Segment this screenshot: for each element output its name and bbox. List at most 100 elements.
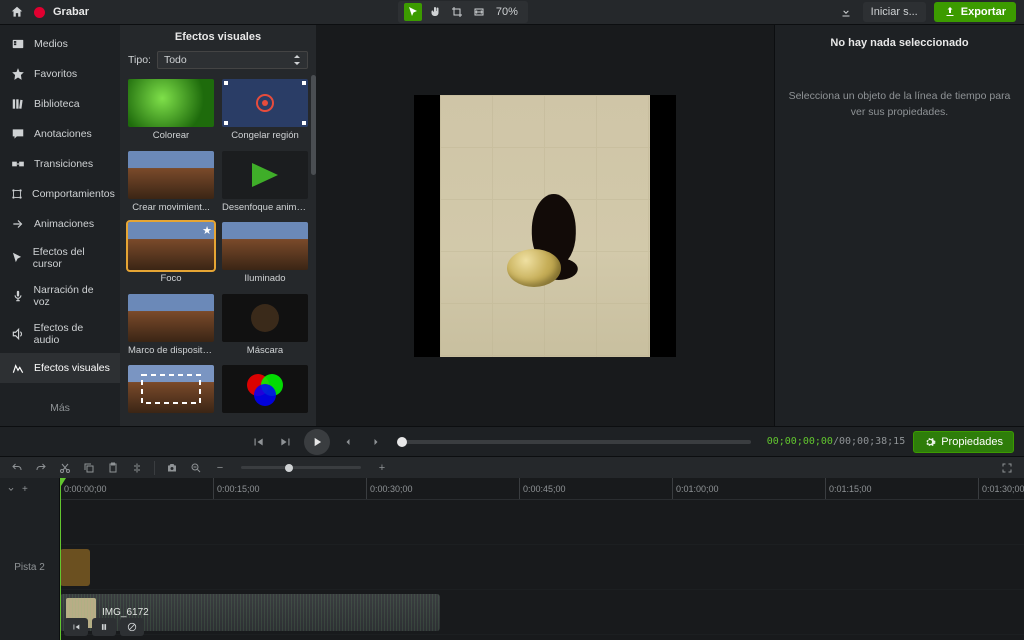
prev-marker-button[interactable] [338,432,358,452]
media-icon [10,36,26,52]
paste-button[interactable] [106,461,120,475]
main-area: MediosFavoritosBibliotecaAnotacionesTran… [0,25,1024,426]
ruler-tick: 0:00:15;00 [213,478,260,499]
split-button[interactable] [130,461,144,475]
effect-item[interactable]: Colorear [126,79,216,147]
export-icon [944,6,956,18]
effect-item[interactable] [220,365,310,422]
pan-tool[interactable] [426,3,444,21]
record-indicator-icon[interactable] [34,7,45,18]
track-header-3[interactable] [0,590,59,635]
zoom-out-button[interactable] [189,461,203,475]
sidebar-more[interactable]: Más [0,394,120,422]
timeline-body[interactable]: 0:00:00;000:00:15;000:00:30;000:00:45;00… [60,478,1024,640]
track-pause-button[interactable] [92,618,116,636]
track-prev-button[interactable] [64,618,88,636]
effect-item[interactable] [126,365,216,422]
zoom-percentage[interactable]: 70% [492,6,522,18]
cut-button[interactable] [58,461,72,475]
canvas-stage[interactable] [316,25,774,426]
track-mute-button[interactable] [120,618,144,636]
sidebar-item-star[interactable]: Favoritos [0,59,120,89]
effects-panel: Efectos visuales Tipo: Todo ColorearCong… [120,25,316,426]
fullscreen-button[interactable] [1000,461,1014,475]
copy-button[interactable] [82,461,96,475]
redo-button[interactable] [34,461,48,475]
top-toolbar: Grabar 70% Iniciar s... Exportar [0,0,1024,25]
effect-item[interactable]: Marco de dispositivo [126,294,216,362]
canvas-column [316,25,774,426]
ruler-tick: 0:01:00;00 [672,478,719,499]
effects-type-select[interactable]: Todo [157,51,308,69]
gear-icon [924,436,936,448]
play-button[interactable] [304,429,330,455]
track-header-1[interactable] [0,500,59,545]
play-icon [310,435,324,449]
record-label[interactable]: Grabar [53,6,89,18]
video-prop [507,249,561,287]
playback-slider[interactable] [402,440,751,444]
effect-item[interactable]: Desenfoque anima... [220,151,310,219]
effect-item[interactable]: Iluminado [220,222,310,290]
start-session-button[interactable]: Iniciar s... [863,2,926,22]
crop-tool[interactable] [448,3,466,21]
undo-button[interactable] [10,461,24,475]
sidebar-item-cursor[interactable]: Efectos del cursor [0,239,120,277]
export-button[interactable]: Exportar [934,2,1016,22]
sidebar-item-behavior[interactable]: Comportamientos [0,179,120,209]
ruler-tick: 0:01:15;00 [825,478,872,499]
timeline-bottom-controls [64,618,144,636]
playback-total-time: 00;00;38;15 [839,436,905,447]
snapshot-button[interactable] [165,461,179,475]
effect-item[interactable]: Crear movimient... [126,151,216,219]
timeline-ruler[interactable]: 0:00:00;000:00:15;000:00:30;000:00:45;00… [60,478,1024,500]
home-button[interactable] [8,3,26,21]
effect-label: Marco de dispositivo [128,342,214,359]
audio-icon [10,326,26,342]
track-header-2[interactable]: Pista 2 [0,545,59,590]
add-track-icon[interactable]: + [22,484,28,495]
sidebar-item-library[interactable]: Biblioteca [0,89,120,119]
effect-item[interactable]: Congelar región [220,79,310,147]
effect-thumbnail: ★ [128,222,214,270]
playback-current-time: 00;00;00;00 [767,436,833,447]
playhead[interactable]: 0:00:00;00 [60,478,61,640]
select-tool[interactable] [404,3,422,21]
track-row-3[interactable]: IMG_6172 [60,590,1024,635]
sidebar-item-transition[interactable]: Transiciones [0,149,120,179]
timeline-zoom-plus[interactable]: + [375,461,389,475]
timeline-zoom-knob[interactable] [285,464,293,472]
collapse-icon[interactable] [6,484,16,494]
properties-button-label: Propiedades [941,436,1003,448]
effect-thumbnail [222,222,308,270]
download-button[interactable] [837,3,855,21]
timeline-zoom-slider[interactable] [241,466,361,469]
timeline: + Pista 2 0:00:00;000:00:15;000:00:30;00… [0,478,1024,640]
playback-slider-knob[interactable] [397,437,407,447]
annotation-icon [10,126,26,142]
properties-button[interactable]: Propiedades [913,431,1014,453]
animation-icon [10,216,26,232]
properties-panel: No hay nada seleccionado Selecciona un o… [774,25,1024,426]
effects-grid: ColorearCongelar región Crear movimient..… [120,75,316,426]
sidebar-item-voice[interactable]: Narración de voz [0,277,120,315]
next-marker-button[interactable] [366,432,386,452]
track-row-1[interactable] [60,500,1024,545]
sidebar-item-animation[interactable]: Animaciones [0,209,120,239]
resize-tool[interactable] [470,3,488,21]
next-frame-button[interactable] [276,432,296,452]
timeline-zoom-minus[interactable]: − [213,461,227,475]
clip-fragment[interactable] [60,549,90,586]
video-frame [414,95,676,357]
effect-thumbnail [128,151,214,199]
effect-label: Crear movimient... [132,199,210,216]
sidebar-item-audio[interactable]: Efectos de audio [0,315,120,353]
prev-frame-button[interactable] [248,432,268,452]
track-row-2[interactable] [60,545,1024,590]
timeline-track-headers: + Pista 2 [0,478,60,640]
sidebar-item-annotation[interactable]: Anotaciones [0,119,120,149]
sidebar-item-media[interactable]: Medios [0,29,120,59]
sidebar-item-vfx[interactable]: Efectos visuales [0,353,120,383]
effect-item[interactable]: ★Foco [126,222,216,290]
effect-item[interactable]: Máscara [220,294,310,362]
